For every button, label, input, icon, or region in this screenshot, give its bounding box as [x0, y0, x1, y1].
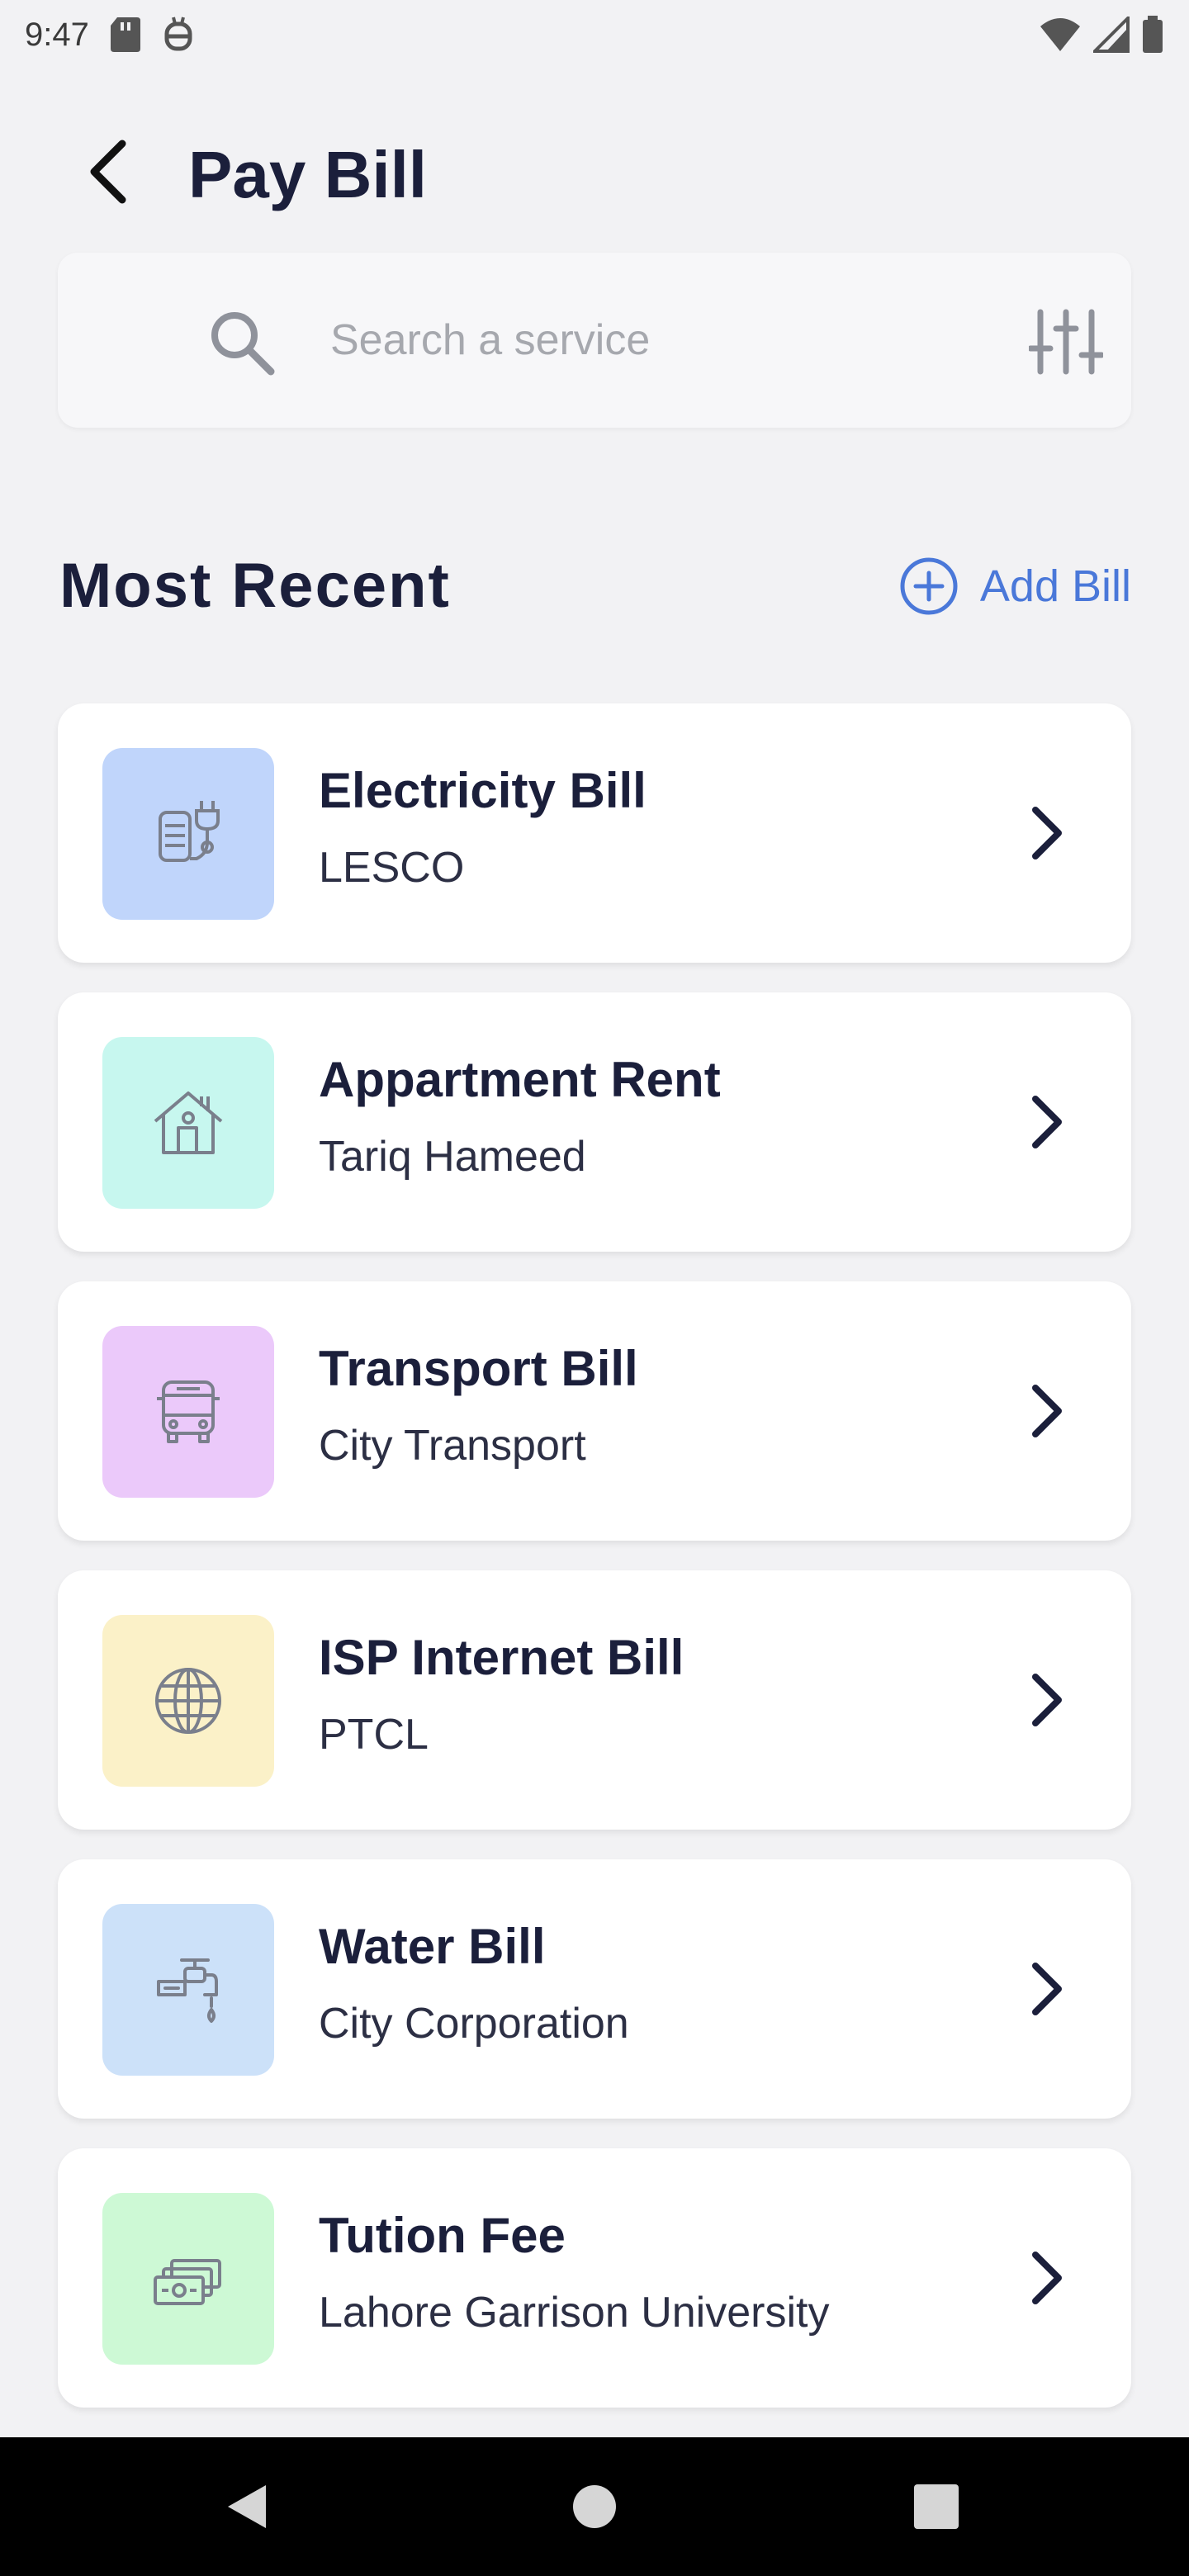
add-circle-icon	[900, 557, 958, 615]
debug-icon	[164, 17, 192, 51]
bill-title: Water Bill	[319, 1919, 546, 1974]
bill-card-internet[interactable]: ISP Internet Bill PTCL	[58, 1570, 1131, 1830]
status-time: 9:47	[25, 16, 89, 53]
status-left: 9:47	[25, 16, 195, 54]
bill-card-tuition[interactable]: Tution Fee Lahore Garrison University	[58, 2148, 1131, 2408]
water-tap-icon	[157, 1958, 218, 2023]
most-recent-header: Most Recent Add Bill	[58, 545, 1131, 627]
chevron-right-icon	[1032, 1674, 1062, 1726]
sd-card-icon	[110, 17, 140, 52]
bill-subtitle: LESCO	[319, 844, 465, 892]
bill-card-transport[interactable]: Transport Bill City Transport	[58, 1281, 1131, 1541]
electricity-meter-icon	[159, 801, 220, 862]
chevron-right-icon	[1032, 807, 1062, 859]
filter-sliders-icon[interactable]	[1029, 307, 1103, 376]
bill-card-apartment-rent[interactable]: Appartment Rent Tariq Hameed	[58, 992, 1131, 1252]
globe-icon	[155, 1668, 221, 1734]
nav-recents-square-icon	[914, 2484, 959, 2529]
bill-title: ISP Internet Bill	[319, 1630, 685, 1685]
nav-home-button[interactable]	[553, 2465, 636, 2548]
chevron-right-icon	[1032, 1963, 1062, 2015]
bill-subtitle: City Transport	[319, 1422, 586, 1470]
back-button[interactable]	[74, 130, 140, 213]
bill-title: Appartment Rent	[319, 1052, 721, 1107]
bill-card-electricity[interactable]: Electricity Bill LESCO	[58, 703, 1131, 963]
page-title: Pay Bill	[188, 138, 428, 211]
bill-icon-box	[102, 748, 274, 920]
bill-card-water[interactable]: Water Bill City Corporation	[58, 1859, 1131, 2119]
search-bar[interactable]	[58, 253, 1131, 428]
add-bill-label: Add Bill	[979, 561, 1131, 611]
system-nav-bar	[0, 2437, 1189, 2576]
nav-home-circle-icon	[573, 2485, 616, 2528]
bill-title: Electricity Bill	[319, 763, 647, 818]
status-bar: 9:47	[0, 0, 1189, 69]
chevron-right-icon	[1032, 2252, 1062, 2304]
bill-title: Transport Bill	[319, 1341, 638, 1396]
bill-list: Electricity Bill LESCO Appartment Rent T…	[58, 703, 1131, 2437]
bill-icon-box	[102, 2193, 274, 2365]
bill-subtitle: City Corporation	[319, 2000, 629, 2048]
bill-icon-box	[102, 1904, 274, 2076]
bill-icon-box	[102, 1326, 274, 1498]
wifi-icon	[1040, 18, 1080, 51]
nav-back-button[interactable]	[206, 2465, 289, 2548]
search-icon	[211, 312, 275, 376]
app-header: Pay Bill	[0, 124, 1189, 223]
house-icon	[154, 1091, 223, 1154]
nav-recents-button[interactable]	[895, 2465, 978, 2548]
chevron-right-icon	[1032, 1385, 1062, 1437]
add-bill-button[interactable]: Add Bill	[899, 553, 1131, 619]
cash-icon	[154, 2259, 221, 2305]
bus-icon	[157, 1380, 220, 1443]
chevron-right-icon	[1032, 1096, 1062, 1148]
bill-subtitle: Lahore Garrison University	[319, 2289, 830, 2337]
search-input[interactable]	[330, 302, 1007, 378]
bill-subtitle: Tariq Hameed	[319, 1133, 586, 1181]
nav-back-triangle-icon	[228, 2485, 266, 2528]
bill-subtitle: PTCL	[319, 1711, 429, 1759]
bill-title: Tution Fee	[319, 2208, 566, 2263]
status-right	[1039, 16, 1164, 54]
cellular-signal-icon	[1093, 17, 1130, 53]
battery-icon	[1143, 16, 1163, 53]
bill-icon-box	[102, 1615, 274, 1787]
section-title: Most Recent	[59, 551, 451, 621]
bill-icon-box	[102, 1037, 274, 1209]
back-arrow-icon	[90, 140, 126, 204]
